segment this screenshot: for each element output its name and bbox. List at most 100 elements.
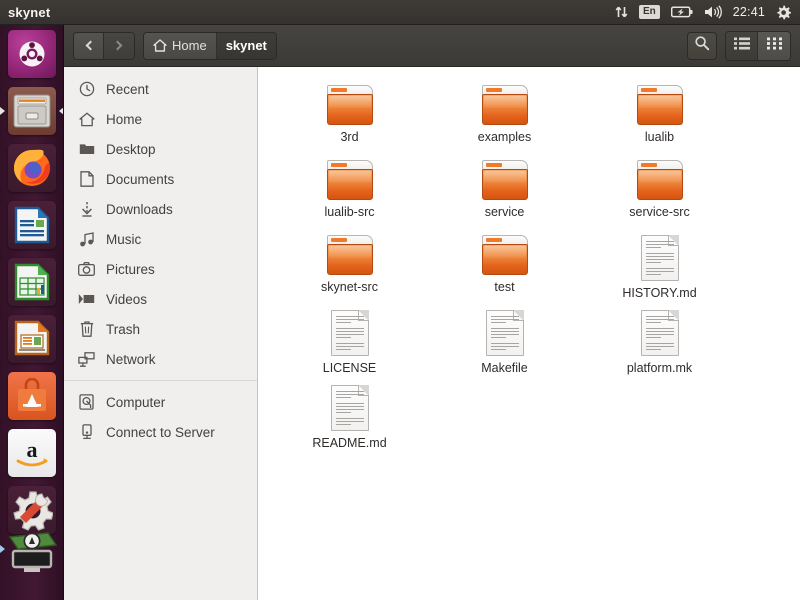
unity-launcher: a — [0, 25, 64, 600]
sidebar-item-desktop[interactable]: Desktop — [64, 134, 257, 164]
file-item[interactable]: skynet-src — [272, 231, 427, 306]
file-item[interactable]: platform.mk — [582, 306, 737, 381]
file-label: LICENSE — [323, 361, 377, 375]
network-icon — [78, 351, 95, 368]
launcher-item-ubuntu-dash[interactable] — [0, 25, 64, 82]
chevron-left-icon — [85, 41, 95, 51]
launcher-item-firefox[interactable] — [0, 139, 64, 196]
video-icon — [78, 291, 95, 308]
sidebar-label: Music — [106, 232, 141, 247]
file-item[interactable]: README.md — [272, 381, 427, 456]
file-grid[interactable]: 3rd examples lualib lualib-src service — [258, 67, 800, 600]
sidebar-item-home[interactable]: Home — [64, 104, 257, 134]
sidebar-item-documents[interactable]: Documents — [64, 164, 257, 194]
file-label: HISTORY.md — [622, 286, 696, 300]
document-icon — [331, 385, 369, 431]
sidebar-item-videos[interactable]: Videos — [64, 284, 257, 314]
file-label: examples — [478, 130, 532, 144]
view-toggle-group — [725, 31, 791, 61]
file-item[interactable]: HISTORY.md — [582, 231, 737, 306]
breadcrumb-item-home[interactable]: Home — [144, 33, 217, 59]
file-label: Makefile — [481, 361, 528, 375]
keyboard-layout-indicator[interactable]: En — [639, 5, 660, 19]
sidebar-item-downloads[interactable]: Downloads — [64, 194, 257, 224]
folder-icon — [482, 235, 528, 275]
panel-clock[interactable]: 22:41 — [733, 6, 765, 19]
grid-view-icon — [767, 37, 782, 55]
file-item[interactable]: LICENSE — [272, 306, 427, 381]
firefox-icon — [8, 144, 56, 192]
file-item[interactable]: Makefile — [427, 306, 582, 381]
breadcrumb: Home skynet — [143, 32, 277, 60]
sidebar-item-recent[interactable]: Recent — [64, 74, 257, 104]
sidebar-item-music[interactable]: Music — [64, 224, 257, 254]
list-view-icon — [734, 37, 750, 55]
workspace-switcher-icon — [4, 521, 60, 577]
sidebar-item-pictures[interactable]: Pictures — [64, 254, 257, 284]
battery-icon[interactable] — [671, 6, 693, 18]
sidebar-item-trash[interactable]: Trash — [64, 314, 257, 344]
panel-window-title[interactable]: skynet — [8, 5, 50, 20]
file-label: test — [494, 280, 514, 294]
headerbar: Home skynet — [64, 25, 800, 67]
file-item[interactable]: service-src — [582, 156, 737, 231]
folder-icon — [327, 235, 373, 275]
list-view-button[interactable] — [726, 32, 758, 60]
launcher-item-libreoffice-impress[interactable] — [0, 310, 64, 367]
sidebar-label: Recent — [106, 82, 149, 97]
grid-view-button[interactable] — [758, 32, 790, 60]
file-item[interactable]: examples — [427, 81, 582, 156]
file-item[interactable]: 3rd — [272, 81, 427, 156]
svg-text:a: a — [27, 437, 38, 462]
file-label: service — [485, 205, 525, 219]
launcher-item-libreoffice-writer[interactable] — [0, 196, 64, 253]
computer-icon — [78, 394, 95, 411]
back-button[interactable] — [74, 33, 104, 59]
search-button[interactable] — [687, 32, 717, 60]
server-icon — [78, 424, 95, 441]
sidebar-label: Videos — [106, 292, 147, 307]
ubuntu-software-icon — [8, 372, 56, 420]
volume-icon[interactable] — [704, 5, 722, 19]
launcher-item-files[interactable] — [0, 82, 64, 139]
file-label: 3rd — [340, 130, 358, 144]
launcher-item-ubuntu-software[interactable] — [0, 367, 64, 424]
launcher-item-workspace-switcher[interactable] — [0, 520, 64, 577]
sidebar-item-network[interactable]: Network — [64, 344, 257, 374]
folder-icon — [327, 160, 373, 200]
sidebar-label: Documents — [106, 172, 174, 187]
nav-buttons — [73, 32, 135, 60]
amazon-icon: a — [8, 429, 56, 477]
file-item[interactable]: test — [427, 231, 582, 306]
forward-button[interactable] — [104, 33, 134, 59]
home-icon — [78, 111, 95, 128]
sidebar-item-computer[interactable]: Computer — [64, 387, 257, 417]
home-icon — [153, 39, 167, 52]
clock-icon — [78, 81, 95, 98]
network-icon[interactable] — [615, 5, 628, 19]
file-manager-window: Home skynet — [64, 25, 800, 600]
folder-icon — [482, 160, 528, 200]
breadcrumb-item-skynet[interactable]: skynet — [217, 33, 276, 59]
sidebar-label: Desktop — [106, 142, 156, 157]
launcher-item-amazon[interactable]: a — [0, 424, 64, 481]
file-item[interactable]: service — [427, 156, 582, 231]
launcher-item-libreoffice-calc[interactable] — [0, 253, 64, 310]
folder-icon — [327, 85, 373, 125]
window-body: Recent Home Desktop Documents — [64, 67, 800, 600]
libreoffice-calc-icon — [8, 258, 56, 306]
file-item[interactable]: lualib-src — [272, 156, 427, 231]
file-item[interactable]: lualib — [582, 81, 737, 156]
sidebar-label: Pictures — [106, 262, 155, 277]
gear-icon[interactable] — [776, 5, 791, 20]
document-icon — [486, 310, 524, 356]
sidebar-item-connect-to-server[interactable]: Connect to Server — [64, 417, 257, 447]
file-label: skynet-src — [321, 280, 378, 294]
sidebar-separator — [64, 380, 257, 381]
music-note-icon — [78, 231, 95, 248]
breadcrumb-label-home: Home — [172, 38, 207, 53]
download-icon — [78, 201, 95, 218]
camera-icon — [78, 261, 95, 278]
libreoffice-impress-icon — [8, 315, 56, 363]
folder-icon — [482, 85, 528, 125]
